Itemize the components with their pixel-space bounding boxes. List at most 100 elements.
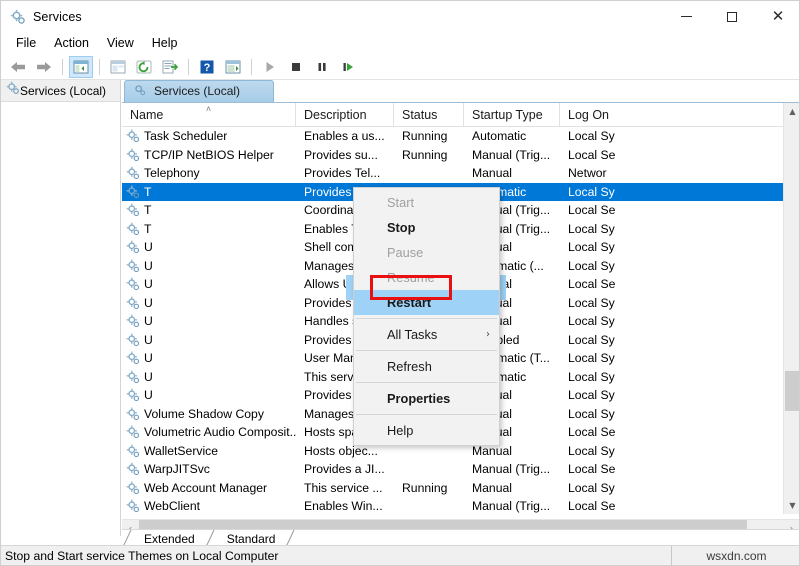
- cell-log-on: Local Se: [560, 146, 622, 165]
- back-arrow-icon[interactable]: [6, 56, 30, 78]
- column-header-startup-type[interactable]: Startup Type: [464, 103, 560, 127]
- menu-file[interactable]: File: [7, 34, 45, 53]
- results-pane-tab[interactable]: Services (Local): [124, 80, 274, 102]
- restart-service-icon[interactable]: [336, 56, 360, 78]
- close-button[interactable]: ✕: [755, 1, 800, 32]
- show-hide-console-tree-icon[interactable]: [69, 56, 93, 78]
- stop-service-icon[interactable]: [284, 56, 308, 78]
- show-action-pane-icon[interactable]: [221, 56, 245, 78]
- pause-service-icon[interactable]: [310, 56, 334, 78]
- service-name-label: Task Scheduler: [144, 129, 227, 143]
- menu-item-label: Stop: [387, 220, 415, 235]
- column-header-name[interactable]: Name ˄: [122, 103, 296, 127]
- column-header-log-on[interactable]: Log On: [560, 103, 622, 127]
- table-row[interactable]: TelephonyProvides Tel...ManualNetwor: [122, 164, 800, 183]
- cell-startup-type: Manual: [464, 164, 560, 183]
- column-header-description[interactable]: Description: [296, 103, 394, 127]
- properties-icon[interactable]: [106, 56, 130, 78]
- services-gear-icon: [6, 81, 20, 100]
- cell-startup-type: Automatic: [464, 127, 560, 146]
- menu-item-refresh[interactable]: Refresh: [354, 354, 499, 379]
- column-header-status-label: Status: [402, 108, 437, 122]
- context-menu: StartStopPauseResumeRestartAll Tasks›Ref…: [353, 187, 500, 446]
- menu-action[interactable]: Action: [45, 34, 98, 53]
- service-name-label: Volumetric Audio Composit...: [144, 425, 296, 439]
- service-name-label: Volume Shadow Copy: [144, 407, 264, 421]
- scroll-up-button[interactable]: ▲: [784, 103, 800, 120]
- start-service-icon[interactable]: [258, 56, 282, 78]
- menu-item-label: Start: [387, 195, 414, 210]
- menu-separator: [356, 318, 497, 319]
- column-headers: Name ˄ Description Status Startup Type L…: [122, 103, 800, 127]
- cell-startup-type: Manual (Trig...: [464, 497, 560, 516]
- table-row[interactable]: WarpJITSvcProvides a JI...Manual (Trig..…: [122, 460, 800, 479]
- window-title: Services: [33, 10, 82, 24]
- cell-description: Enables Win...: [296, 497, 394, 516]
- cell-log-on: Local Sy: [560, 294, 622, 313]
- scroll-down-button[interactable]: ▼: [784, 497, 800, 514]
- menu-help[interactable]: Help: [143, 34, 187, 53]
- export-list-icon[interactable]: [158, 56, 182, 78]
- cell-log-on: Local Sy: [560, 442, 622, 461]
- menu-item-all-tasks[interactable]: All Tasks›: [354, 322, 499, 347]
- cell-startup-type: Manual (Trig...: [464, 146, 560, 165]
- tree-root-node[interactable]: Services (Local): [1, 80, 120, 102]
- menu-view[interactable]: View: [98, 34, 143, 53]
- cell-name: WarpJITSvc: [122, 460, 296, 479]
- toolbar-separator: [62, 59, 63, 75]
- column-header-status[interactable]: Status: [394, 103, 464, 127]
- minimize-button[interactable]: [663, 1, 709, 32]
- vertical-scrollbar-thumb[interactable]: [785, 371, 800, 411]
- forward-arrow-icon[interactable]: [32, 56, 56, 78]
- menu-item-label: Help: [387, 423, 413, 438]
- maximize-button[interactable]: [709, 1, 755, 32]
- service-name-label: WalletService: [144, 444, 218, 458]
- table-row[interactable]: Web Account ManagerThis service ...Runni…: [122, 479, 800, 498]
- cell-status: [394, 164, 464, 183]
- cell-description: Provides Tel...: [296, 164, 394, 183]
- cell-log-on: Local Sy: [560, 368, 622, 387]
- cell-log-on: Local Se: [560, 423, 622, 442]
- cell-description: Enables a us...: [296, 127, 394, 146]
- service-name-label: WebClient: [144, 499, 200, 513]
- cell-log-on: Local Se: [560, 460, 622, 479]
- menu-item-label: Properties: [387, 391, 450, 406]
- menu-separator: [356, 414, 497, 415]
- service-name-label: U: [144, 351, 153, 365]
- menu-item-help[interactable]: Help: [354, 418, 499, 443]
- results-pane-header: Services (Local): [122, 80, 800, 102]
- tree-children-area: [1, 102, 120, 536]
- cell-log-on: Local Sy: [560, 386, 622, 405]
- cell-status: Running: [394, 146, 464, 165]
- services-gear-icon: [133, 83, 146, 99]
- menu-item-pause: Pause: [354, 240, 499, 265]
- help-icon[interactable]: ?: [195, 56, 219, 78]
- cell-name: T: [122, 201, 296, 220]
- service-name-label: U: [144, 296, 153, 310]
- cell-log-on: Local Sy: [560, 405, 622, 424]
- restart-annotation-box: [370, 275, 452, 300]
- cell-name: WalletService: [122, 442, 296, 461]
- cell-name: U: [122, 368, 296, 387]
- cell-status: Running: [394, 127, 464, 146]
- table-row[interactable]: Task Scheduler Enables a us...RunningAuto…: [122, 127, 800, 146]
- cell-name: U: [122, 257, 296, 276]
- cell-name: Web Account Manager: [122, 479, 296, 498]
- table-row[interactable]: TCP/IP NetBIOS HelperProvides su...Runni…: [122, 146, 800, 165]
- cell-name: U: [122, 275, 296, 294]
- vertical-scrollbar[interactable]: ▲ ▼: [783, 103, 800, 514]
- menu-item-properties[interactable]: Properties: [354, 386, 499, 411]
- menu-item-label: All Tasks: [387, 327, 437, 342]
- cell-log-on: Local Sy: [560, 183, 622, 202]
- table-row[interactable]: WebClientEnables Win...Manual (Trig...Lo…: [122, 497, 800, 516]
- title-bar: Services ✕: [1, 1, 800, 32]
- toolbar: ?: [1, 55, 800, 80]
- service-name-label: T: [144, 203, 151, 217]
- cell-name: Telephony: [122, 164, 296, 183]
- refresh-icon[interactable]: [132, 56, 156, 78]
- service-name-label: U: [144, 314, 153, 328]
- cell-status: Running: [394, 479, 464, 498]
- cell-name: U: [122, 349, 296, 368]
- service-name-label: U: [144, 333, 153, 347]
- menu-item-stop[interactable]: Stop: [354, 215, 499, 240]
